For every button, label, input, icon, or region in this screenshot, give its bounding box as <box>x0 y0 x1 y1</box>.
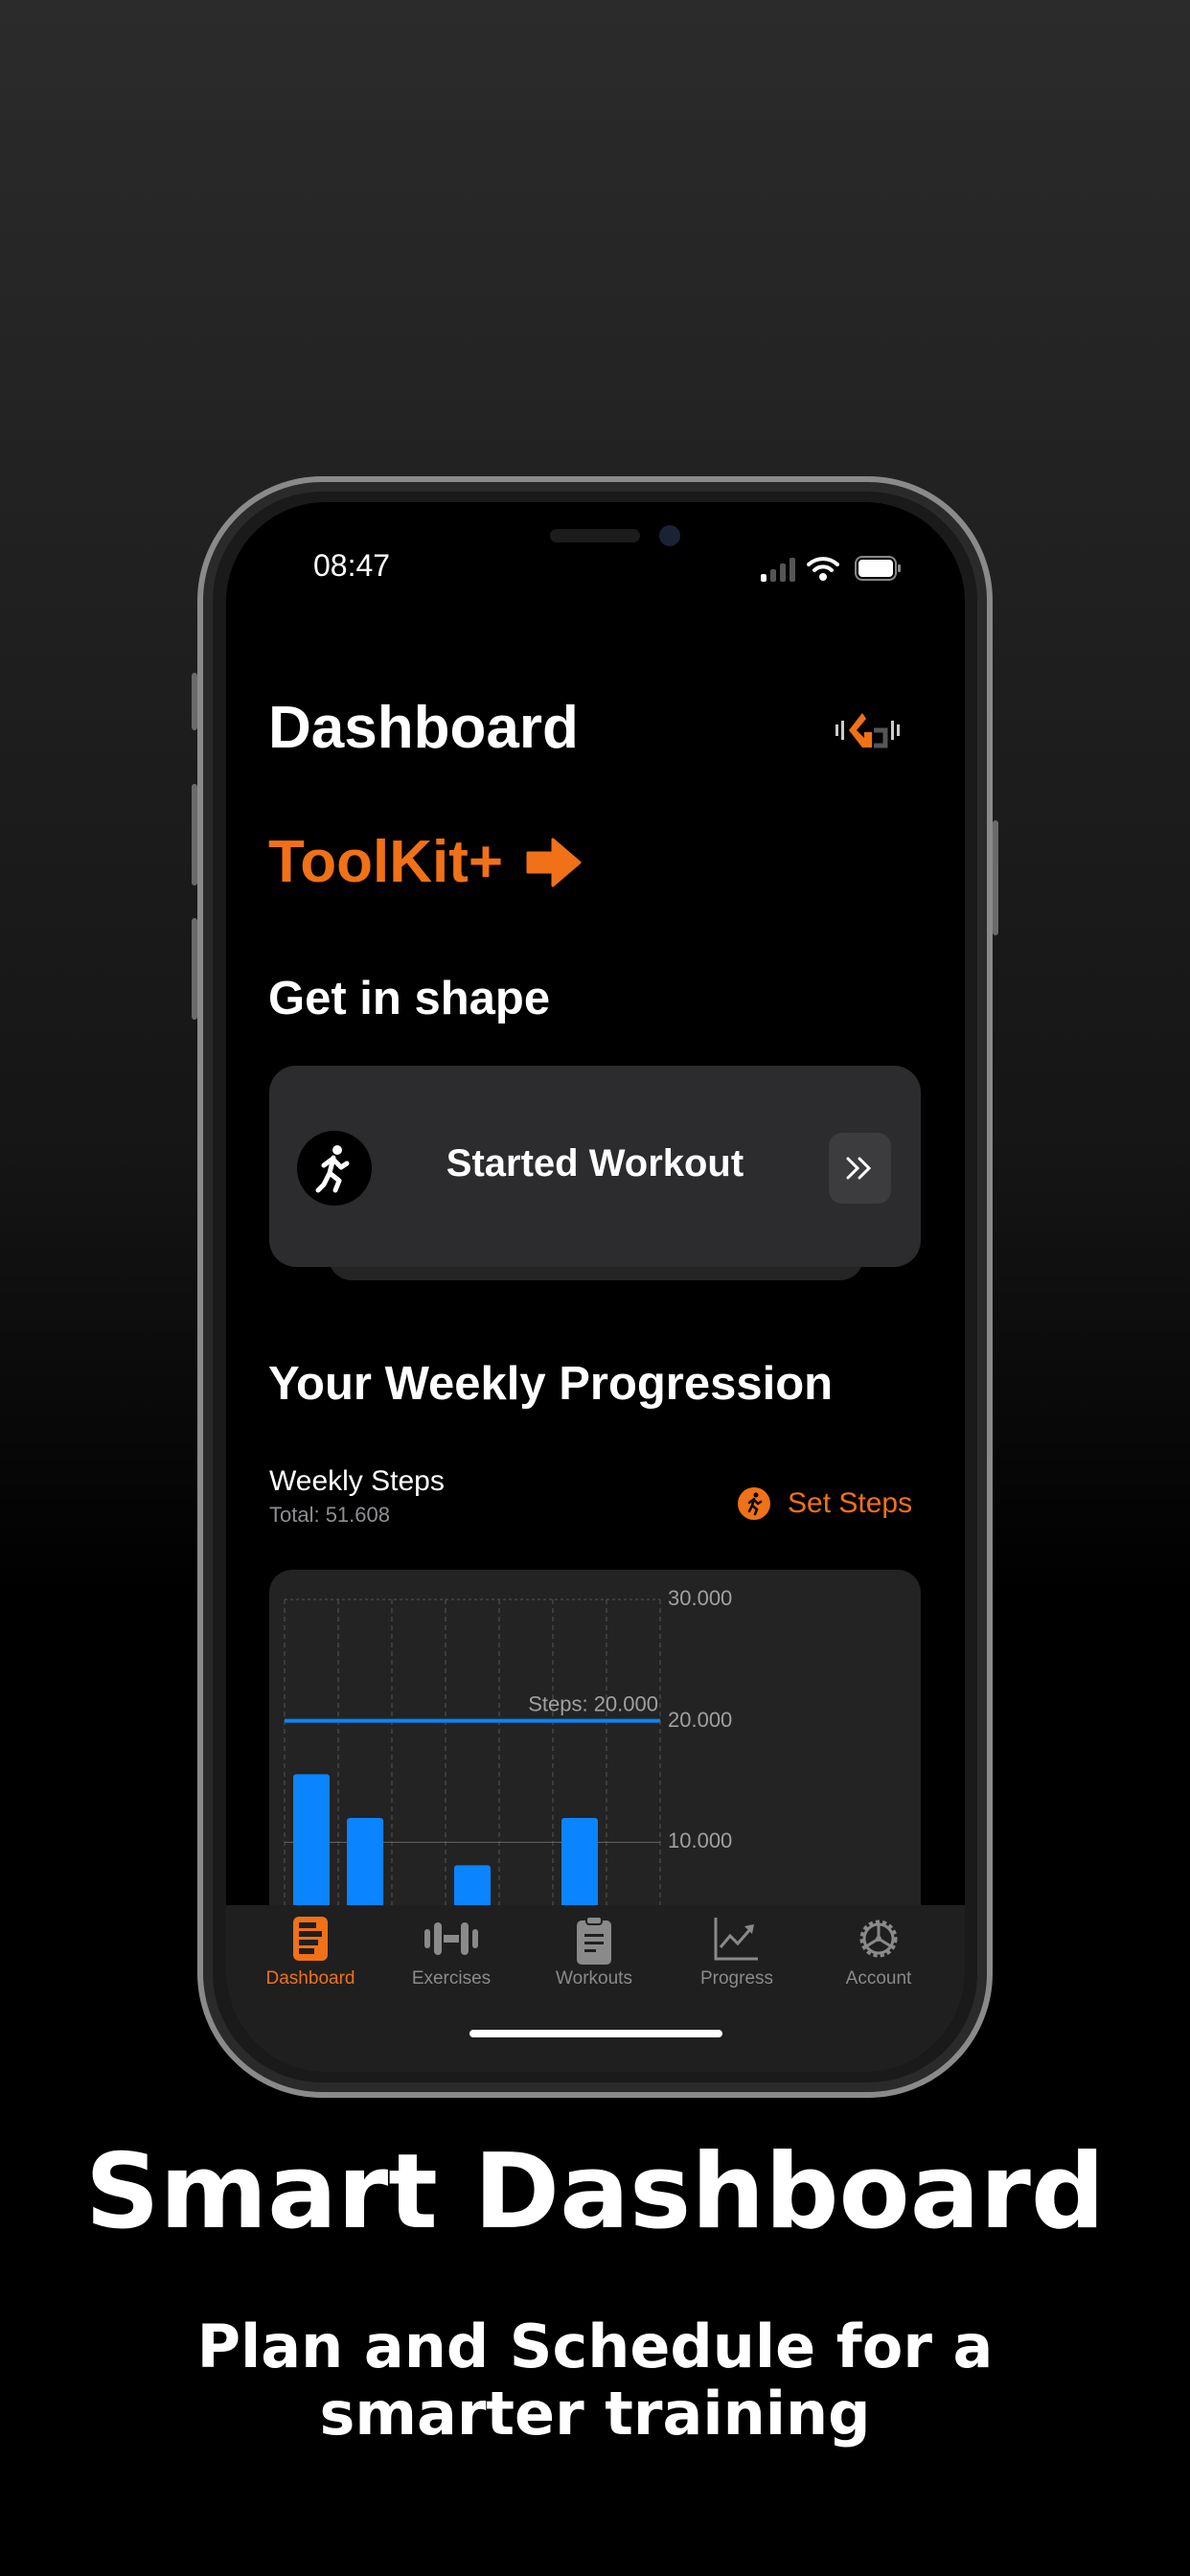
tab-label: Account <box>845 1968 912 1989</box>
y-tick-label: 30.000 <box>668 1586 733 1610</box>
marketing-subline-1: Plan and Schedule for a <box>196 2312 994 2381</box>
tab-account[interactable]: Account <box>807 1905 950 2072</box>
tab-workouts[interactable]: Workouts <box>522 1905 666 2072</box>
tab-label: Progress <box>699 1968 774 1989</box>
marketing-subline-2: smarter training <box>319 2379 871 2449</box>
phone-screen: 08:47 Dashboard ToolKit+ Get in shape St… <box>226 502 965 2072</box>
marketing-headline: Smart Dashboard <box>84 2132 1106 2252</box>
tab-dashboard[interactable]: Dashboard <box>239 1905 382 2072</box>
steps-chart: Steps: 20.000 <box>284 1598 661 1905</box>
tab-label: Workouts <box>556 1968 632 1989</box>
dumbbell-icon <box>424 1922 478 1955</box>
tab-label: Dashboard <box>265 1968 355 1989</box>
home-indicator[interactable] <box>469 2030 722 2037</box>
chart-icon <box>714 1918 758 1961</box>
clipboard-icon <box>577 1916 611 1965</box>
dashboard-icon <box>293 1917 328 1961</box>
y-tick-label: 20.000 <box>668 1707 733 1732</box>
tab-progress[interactable]: Progress <box>665 1905 809 2072</box>
phone-power-button <box>993 820 998 935</box>
tab-exercises[interactable]: Exercises <box>379 1905 523 2072</box>
y-tick-label: 10.000 <box>668 1828 733 1853</box>
gear-icon <box>859 1920 898 1958</box>
tab-bar: Dashboard Exercises Workouts Progress Ac… <box>226 1905 965 2072</box>
goal-line-label: Steps: 20.000 <box>528 1692 658 1716</box>
tab-label: Exercises <box>411 1968 492 1989</box>
